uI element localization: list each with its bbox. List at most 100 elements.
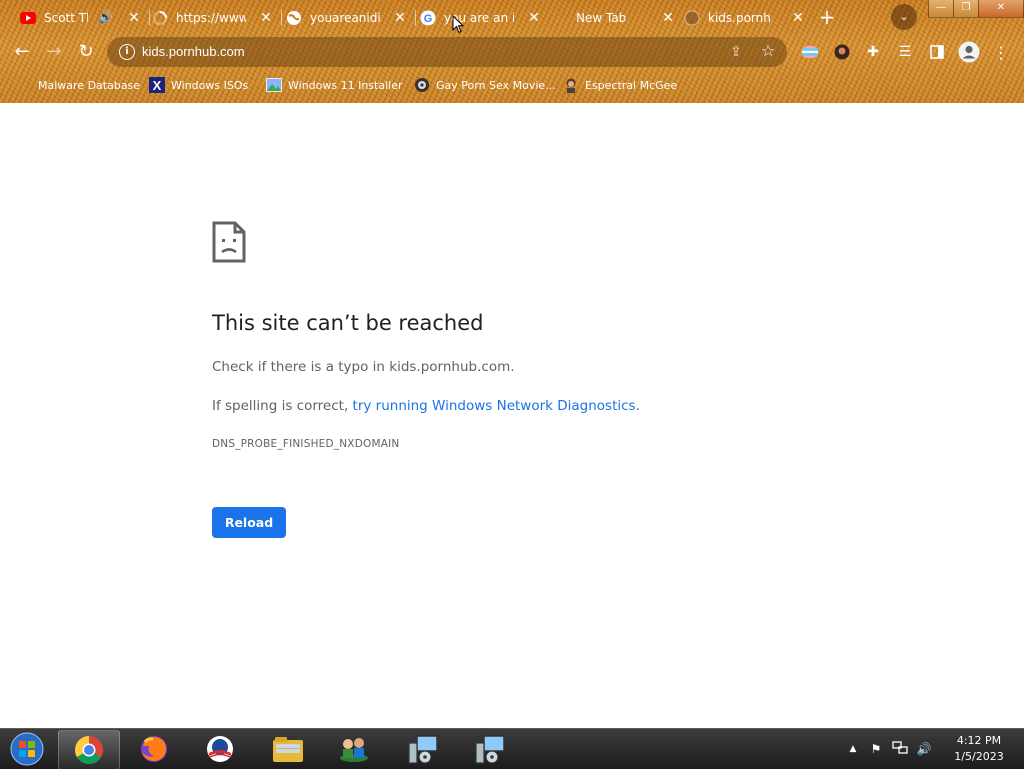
speaker-icon[interactable]: 🔊 — [98, 10, 113, 24]
side-panel-icon[interactable] — [928, 43, 946, 61]
tab-https[interactable]: https://www ✕ — [144, 4, 282, 32]
tab-title: Scott Th — [44, 11, 88, 25]
new-tab-button[interactable]: + — [815, 6, 839, 30]
flag-extension-icon[interactable] — [801, 43, 819, 61]
globe-icon — [684, 10, 700, 26]
bookmarks-bar: Malware Database X Windows ISOs Windows … — [0, 72, 1024, 98]
obama-logo-icon — [207, 736, 233, 762]
start-button[interactable] — [6, 731, 48, 767]
close-window-button[interactable]: ✕ — [978, 0, 1024, 18]
site-icon — [414, 77, 430, 93]
bookmark-gay-porn-sex-movie[interactable]: Gay Porn Sex Movie... — [414, 75, 556, 95]
menu-kebab-icon[interactable]: ⋮ — [992, 43, 1010, 62]
users-network-icon — [340, 738, 368, 762]
browser-chrome: Scott Th 🔊 ✕ https://www ✕ youareanidiot… — [0, 0, 1024, 103]
taskbar-chrome[interactable] — [58, 730, 120, 770]
action-center-flag-icon[interactable]: ⚑ — [868, 741, 884, 757]
share-icon[interactable]: ⇪ — [727, 43, 745, 61]
profile-icon[interactable] — [958, 41, 980, 63]
bookmark-espectral-mcgee[interactable]: Espectral McGee — [563, 75, 677, 95]
tab-close-button[interactable]: ✕ — [660, 10, 676, 26]
youtube-icon — [20, 10, 36, 26]
tab-close-button[interactable]: ✕ — [392, 10, 408, 26]
error-typo-hint: Check if there is a typo in kids.pornhub… — [212, 359, 515, 375]
reading-list-icon[interactable]: ☰ — [896, 43, 914, 61]
browser-toolbar: ← → ↻ i kids.pornhub.com ⇪ ☆ ✚ ☰ ⋮ — [0, 34, 1024, 70]
windows-taskbar: ▲ ⚑ 🔊 4:12 PM 1/5/2023 — [0, 728, 1024, 770]
clock-time: 4:12 PM — [956, 734, 1002, 747]
bookmark-windows-11-installer[interactable]: Windows 11 Installer — [266, 75, 403, 95]
start-orb-icon — [10, 732, 44, 766]
tab-new-tab[interactable]: New Tab ✕ — [546, 4, 682, 32]
diagnostics-prefix: If spelling is correct, — [212, 398, 353, 414]
minimize-button[interactable]: — — [928, 0, 954, 18]
mouse-cursor-icon — [452, 15, 464, 34]
google-icon: G — [420, 10, 436, 26]
tab-search-button[interactable]: ⌄ — [891, 4, 917, 30]
show-hidden-icons-button[interactable]: ▲ — [845, 741, 861, 757]
address-bar[interactable]: i kids.pornhub.com ⇪ ☆ — [107, 37, 787, 67]
bookmark-star-icon[interactable]: ☆ — [759, 42, 777, 60]
tab-title: youareanidiot — [310, 11, 380, 25]
loading-spinner-icon — [152, 10, 168, 26]
bookmark-label: Gay Porn Sex Movie... — [436, 78, 556, 92]
tab-title: New Tab — [576, 11, 627, 25]
error-title: This site can’t be reached — [212, 311, 484, 335]
url-text[interactable]: kids.pornhub.com — [142, 44, 245, 59]
system-clock[interactable]: 4:12 PM 1/5/2023 — [944, 733, 1014, 765]
info-icon[interactable]: i — [119, 44, 135, 60]
bookmark-label: Malware Database — [38, 78, 141, 92]
setup-computer-icon — [408, 735, 438, 764]
taskbar-setup-2[interactable] — [460, 730, 520, 768]
tab-strip: Scott Th 🔊 ✕ https://www ✕ youareanidiot… — [0, 0, 1024, 34]
tab-title: https://www — [176, 11, 246, 25]
maximize-button[interactable]: ❐ — [953, 0, 979, 18]
forward-button[interactable]: → — [42, 40, 66, 64]
error-code: DNS_PROBE_FINISHED_NXDOMAIN — [212, 438, 400, 450]
tab-close-button[interactable]: ✕ — [258, 10, 274, 26]
avatar-extension-icon[interactable] — [833, 43, 851, 61]
tab-youareanidiot[interactable]: youareanidiot ✕ — [278, 4, 416, 32]
tab-google-active[interactable]: G you are an id ✕ — [412, 4, 548, 32]
chevron-down-icon: ⌄ — [899, 10, 909, 23]
tab-kids-pornhub[interactable]: kids.pornhub ✕ — [676, 4, 812, 32]
taskbar-obama-app[interactable] — [190, 730, 250, 768]
tab-title: kids.pornhub — [708, 11, 772, 25]
firefox-icon — [141, 736, 167, 762]
back-button[interactable]: ← — [10, 40, 34, 64]
tab-close-button[interactable]: ✕ — [126, 10, 142, 26]
taskbar-firefox[interactable] — [124, 730, 184, 768]
globe-icon — [286, 10, 302, 26]
reload-toolbar-button[interactable]: ↻ — [74, 40, 98, 64]
chrome-icon — [75, 736, 103, 764]
network-diagnostics-link[interactable]: try running Windows Network Diagnostics — [353, 398, 636, 414]
bookmark-label: Espectral McGee — [585, 78, 678, 92]
tab-close-button[interactable]: ✕ — [790, 10, 806, 26]
volume-icon[interactable]: 🔊 — [916, 741, 932, 757]
avatar-icon — [563, 77, 579, 93]
error-diagnostics-hint: If spelling is correct, try running Wind… — [212, 398, 640, 414]
tab-youtube[interactable]: Scott Th 🔊 ✕ — [12, 4, 150, 32]
taskbar-setup-1[interactable] — [393, 730, 453, 768]
taskbar-network-users[interactable] — [324, 730, 384, 768]
reload-button[interactable]: Reload — [212, 507, 286, 538]
sad-document-icon — [212, 221, 246, 263]
folder-icon — [273, 737, 303, 762]
bookmark-malware-database[interactable]: Malware Database — [38, 75, 140, 95]
diagnostics-suffix: . — [635, 398, 640, 414]
svg-text:G: G — [424, 13, 433, 25]
setup-computer-icon — [475, 735, 505, 764]
arrow-right-icon: → — [46, 41, 62, 62]
error-page: This site can’t be reached Check if ther… — [0, 103, 1024, 728]
svg-text:X: X — [153, 78, 162, 93]
reload-icon: ↻ — [78, 41, 94, 62]
taskbar-file-explorer[interactable] — [258, 730, 318, 768]
extensions-puzzle-icon[interactable]: ✚ — [864, 43, 882, 61]
x-logo-icon: X — [149, 77, 165, 93]
arrow-left-icon: ← — [14, 41, 30, 62]
tab-close-button[interactable]: ✕ — [526, 10, 542, 26]
bookmark-windows-isos[interactable]: X Windows ISOs — [149, 75, 248, 95]
bookmark-label: Windows 11 Installer — [288, 78, 403, 92]
bookmark-label: Windows ISOs — [171, 78, 249, 92]
network-icon[interactable] — [892, 741, 908, 757]
